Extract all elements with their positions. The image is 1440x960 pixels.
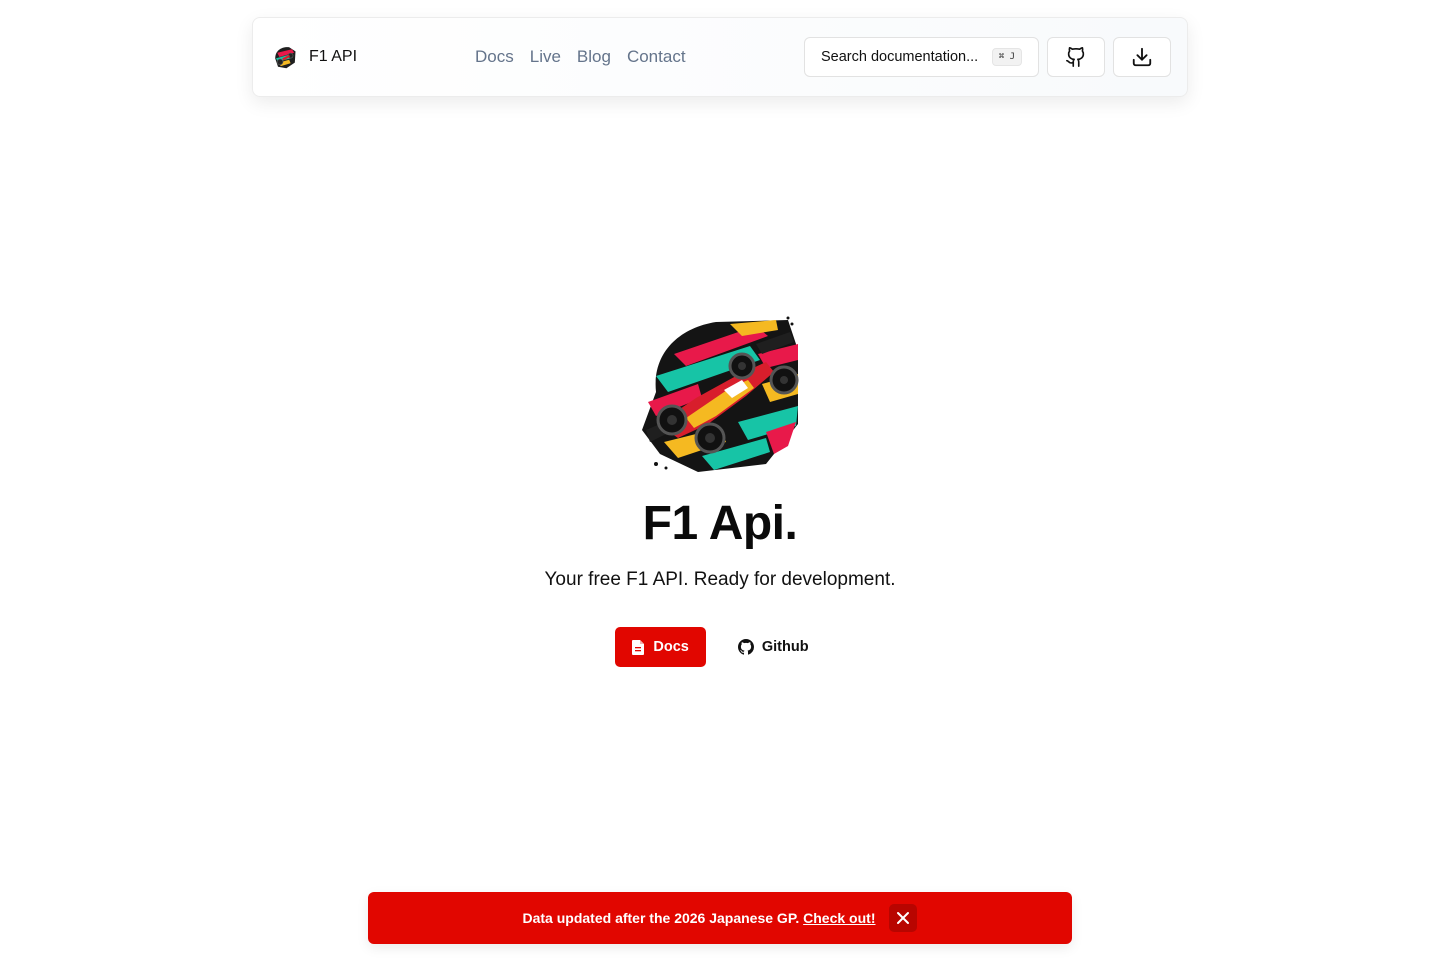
update-banner: Data updated after the 2026 Japanese GP.…	[368, 892, 1072, 944]
document-icon	[632, 639, 645, 655]
hero-title: F1 Api.	[642, 497, 798, 550]
main-nav: Docs Live Blog Contact	[475, 47, 686, 67]
search-documentation-button[interactable]: Search documentation... ⌘ J	[804, 37, 1039, 77]
download-button[interactable]	[1113, 37, 1171, 77]
hero-section: F1 Api. Your free F1 API. Ready for deve…	[0, 314, 1440, 667]
github-icon	[1066, 47, 1085, 67]
close-icon	[897, 912, 910, 924]
nav-link-live[interactable]: Live	[530, 47, 561, 67]
download-icon	[1132, 47, 1152, 67]
keyboard-shortcut-badge: ⌘ J	[991, 48, 1022, 66]
nav-link-contact[interactable]: Contact	[627, 47, 686, 67]
f1-car-logo-icon	[275, 47, 296, 69]
hero-subtitle: Your free F1 API. Ready for development.	[544, 569, 896, 590]
banner-check-out-link[interactable]: Check out!	[803, 910, 875, 926]
docs-button-label: Docs	[653, 639, 689, 655]
banner-close-button[interactable]	[889, 904, 918, 932]
nav-link-blog[interactable]: Blog	[577, 47, 611, 67]
github-link-button[interactable]: Github	[722, 627, 825, 667]
hero-actions: Docs Github	[615, 627, 824, 667]
github-icon	[737, 639, 754, 655]
banner-text: Data updated after the 2026 Japanese GP.	[522, 910, 800, 926]
docs-button[interactable]: Docs	[615, 627, 706, 667]
f1-car-logo-icon	[642, 316, 799, 472]
nav-actions: Search documentation... ⌘ J	[804, 37, 1171, 77]
brand-name: F1 API	[309, 48, 358, 65]
nav-link-docs[interactable]: Docs	[475, 47, 514, 67]
navbar: F1 API Docs Live Blog Contact Search doc…	[252, 17, 1188, 97]
github-button-label: Github	[761, 639, 809, 655]
banner-message: Data updated after the 2026 Japanese GP.…	[523, 910, 876, 926]
github-button[interactable]	[1047, 37, 1105, 77]
search-label: Search documentation...	[821, 49, 979, 65]
brand[interactable]: F1 API	[271, 43, 471, 71]
